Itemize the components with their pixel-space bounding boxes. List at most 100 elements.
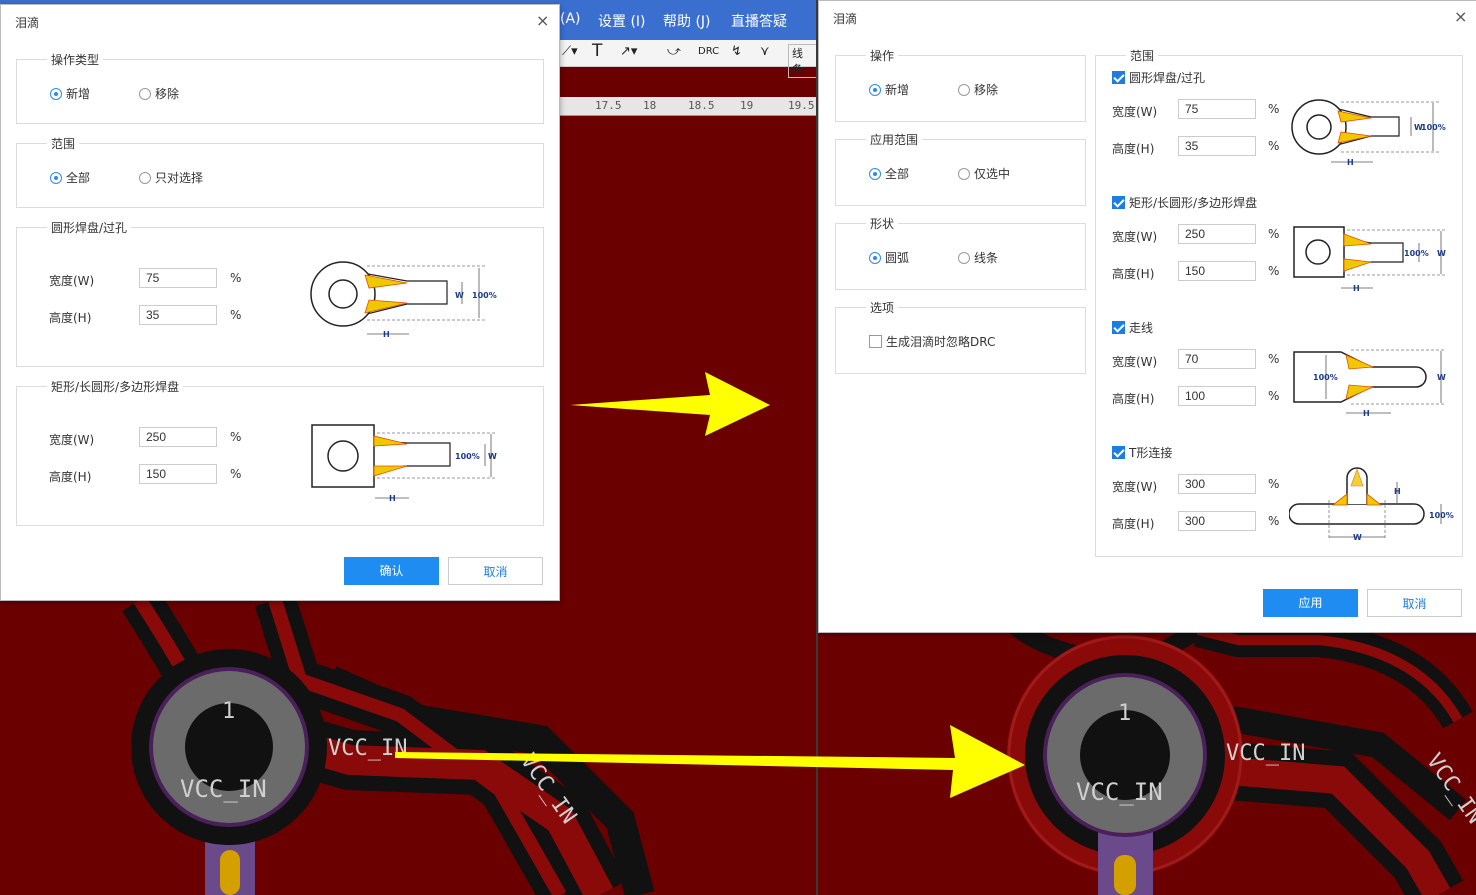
- dialog-title: 泪滴: [15, 16, 40, 30]
- radio-label: 全部: [66, 171, 91, 185]
- width-label: 宽度(W): [1112, 105, 1158, 119]
- w-marker: W: [1437, 373, 1446, 382]
- drc-button[interactable]: DRC: [698, 46, 719, 57]
- radio-label: 全部: [885, 167, 910, 181]
- radio-label: 新增: [885, 83, 910, 97]
- menu-item-a[interactable]: (A): [560, 11, 581, 27]
- options-group: 选项 生成泪滴时忽略DRC: [835, 299, 1086, 374]
- shape-legend: 形状: [866, 215, 899, 232]
- ignore-drc-checkbox[interactable]: 生成泪滴时忽略DRC: [869, 333, 995, 350]
- rect-pad-diagram: 100% W H: [311, 424, 497, 503]
- track-width-input[interactable]: [1178, 349, 1256, 369]
- radio-icon: [958, 251, 970, 264]
- round-height-input[interactable]: [1178, 136, 1256, 156]
- round-pad-legend: 圆形焊盘/过孔: [47, 219, 132, 236]
- op-legend: 操作: [866, 47, 899, 64]
- rect-width-input[interactable]: [139, 427, 217, 447]
- pct-marker: 100%: [1421, 123, 1446, 132]
- scope-selected-radio[interactable]: 只对选择: [139, 169, 203, 186]
- rect-pad-group: 矩形/长圆形/多边形焊盘 宽度(W) % 高度(H) % 100% W H: [16, 378, 544, 526]
- close-icon[interactable]: ×: [1454, 7, 1467, 26]
- op-add-radio[interactable]: 新增: [50, 85, 90, 102]
- height-label: 高度(H): [1112, 142, 1155, 156]
- rect-height-input[interactable]: [1178, 261, 1256, 281]
- percent-unit: %: [1268, 514, 1280, 528]
- cancel-button[interactable]: 取消: [448, 557, 543, 585]
- radio-label: 只对选择: [155, 171, 204, 185]
- menu-item-help[interactable]: 帮助 (J): [663, 11, 711, 31]
- w-marker: W: [488, 452, 497, 461]
- pad-net-label: VCC_IN: [1076, 778, 1163, 806]
- op-remove-radio[interactable]: 移除: [958, 81, 998, 98]
- track-checkbox[interactable]: 走线: [1112, 319, 1153, 336]
- menu-item-live-qa[interactable]: 直播答疑: [731, 11, 787, 31]
- round-pad-checkbox[interactable]: 圆形焊盘/过孔: [1112, 69, 1205, 86]
- round-width-input[interactable]: [139, 268, 217, 288]
- apply-button[interactable]: 应用: [1263, 589, 1358, 617]
- round-height-input[interactable]: [139, 305, 217, 325]
- checkbox-label: 圆形焊盘/过孔: [1129, 71, 1206, 85]
- h-marker: H: [1394, 487, 1401, 496]
- ruler-tick: 18: [643, 99, 657, 112]
- checkbox-checked-icon: [1112, 446, 1125, 459]
- height-label: 高度(H): [1112, 517, 1155, 531]
- op-add-radio[interactable]: 新增: [869, 81, 909, 98]
- cancel-button[interactable]: 取消: [1367, 589, 1462, 617]
- radio-label: 圆弧: [885, 251, 910, 265]
- route-track-icon[interactable]: ↯: [731, 44, 742, 59]
- rect-pad-diagram: 100% W H: [1293, 226, 1446, 292]
- checkbox-label: T形连接: [1129, 446, 1173, 460]
- op-type-group: 操作类型 新增 移除: [16, 51, 544, 124]
- round-pad-diagram: W 100% H: [310, 261, 497, 338]
- shape-arc-radio[interactable]: 圆弧: [869, 249, 909, 266]
- h-marker: H: [383, 330, 390, 338]
- percent-unit: %: [1268, 102, 1280, 116]
- split-track-icon[interactable]: ⋎: [760, 44, 770, 59]
- h-marker: H: [1353, 284, 1360, 292]
- rect-height-input[interactable]: [139, 464, 217, 484]
- op-remove-radio[interactable]: 移除: [139, 85, 179, 102]
- w-marker: W: [455, 291, 464, 300]
- teardrop-dialog-advanced: 泪滴 × 操作 新增 移除 应用范围 全部 仅选中 形状 圆弧 线条 选项 生成…: [818, 0, 1476, 633]
- checkbox-label: 生成泪滴时忽略DRC: [886, 335, 996, 349]
- t-junction-checkbox[interactable]: T形连接: [1112, 444, 1172, 461]
- text-tool-icon[interactable]: T: [592, 41, 602, 61]
- ruler-tick: 18.5: [688, 99, 715, 112]
- percent-unit: %: [1268, 389, 1280, 403]
- menu-item-settings[interactable]: 设置 (I): [598, 11, 646, 31]
- tjunction-height-input[interactable]: [1178, 511, 1256, 531]
- rect-pad-checkbox[interactable]: 矩形/长圆形/多边形焊盘: [1112, 194, 1257, 211]
- track-height-input[interactable]: [1178, 386, 1256, 406]
- percent-unit: %: [1268, 477, 1280, 491]
- tjunction-width-input[interactable]: [1178, 474, 1256, 494]
- radio-icon: [139, 171, 151, 184]
- width-label: 宽度(W): [1112, 230, 1158, 244]
- line-mode-dropdown[interactable]: 线条: [788, 44, 817, 78]
- pct-marker: 100%: [1404, 249, 1429, 258]
- dimension-tool-icon[interactable]: ↗▾: [620, 44, 637, 59]
- scope-all-radio[interactable]: 全部: [869, 165, 909, 182]
- ruler-tick: 19.5: [788, 99, 815, 112]
- radio-icon: [958, 167, 970, 180]
- radio-label: 新增: [66, 87, 91, 101]
- pct-marker: 100%: [472, 291, 497, 300]
- checkbox-checked-icon: [1112, 321, 1125, 334]
- shape-line-radio[interactable]: 线条: [958, 249, 998, 266]
- radio-label: 线条: [974, 251, 999, 265]
- rect-width-input[interactable]: [1178, 224, 1256, 244]
- close-icon[interactable]: ×: [536, 11, 549, 30]
- radio-label: 移除: [155, 87, 180, 101]
- percent-unit: %: [230, 271, 242, 285]
- track-diagram: 100% W H: [1293, 349, 1446, 417]
- percent-unit: %: [230, 430, 242, 444]
- h-marker: H: [389, 494, 396, 503]
- confirm-button[interactable]: 确认: [344, 557, 439, 585]
- percent-unit: %: [230, 467, 242, 481]
- width-label: 宽度(W): [1112, 480, 1158, 494]
- scope-selected-radio[interactable]: 仅选中: [958, 165, 1010, 182]
- route-tool-icon[interactable]: ⤻: [667, 44, 681, 59]
- checkbox-label: 走线: [1129, 321, 1154, 335]
- scope-all-radio[interactable]: 全部: [50, 169, 90, 186]
- line-tool-icon[interactable]: ⟋▾: [562, 44, 578, 59]
- round-width-input[interactable]: [1178, 99, 1256, 119]
